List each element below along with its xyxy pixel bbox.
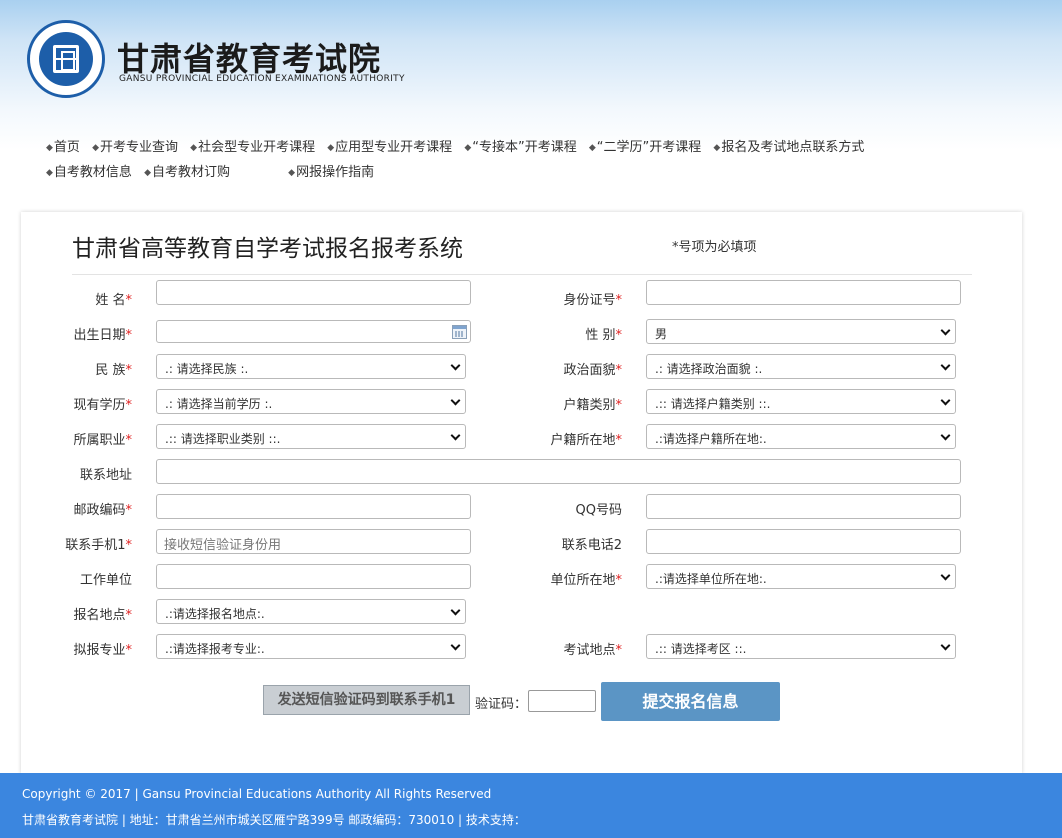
chevron-down-icon bbox=[940, 570, 951, 581]
site-subtitle: GANSU PROVINCIAL EDUCATION EXAMINATIONS … bbox=[119, 74, 405, 84]
nav-item-majors[interactable]: ◆开考专业查询 bbox=[92, 136, 178, 155]
mobile1-input[interactable]: 接收短信验证身份用 bbox=[156, 529, 471, 554]
label-education: 现有学历* bbox=[73, 398, 132, 413]
id-number-input[interactable] bbox=[646, 280, 961, 305]
household-location-select[interactable]: .:请选择户籍所在地:. bbox=[646, 424, 956, 449]
label-major: 拟报专业* bbox=[73, 643, 132, 658]
education-select[interactable]: .: 请选择当前学历 :. bbox=[156, 389, 466, 414]
chevron-down-icon bbox=[940, 395, 951, 406]
label-mobile1: 联系手机1* bbox=[65, 538, 132, 553]
label-address: 联系地址 bbox=[79, 468, 132, 483]
label-ethnicity: 民 族* bbox=[95, 363, 132, 378]
label-qq: QQ号码 bbox=[575, 503, 622, 518]
postal-code-input[interactable] bbox=[156, 494, 471, 519]
nav-item-contacts[interactable]: ◆报名及考试地点联系方式 bbox=[713, 136, 864, 155]
verification-code-input[interactable] bbox=[528, 690, 596, 712]
gender-select[interactable]: 男 bbox=[646, 319, 956, 344]
chevron-down-icon bbox=[940, 430, 951, 441]
bullet-icon: ◆ bbox=[144, 168, 151, 178]
label-id-number: 身份证号* bbox=[563, 293, 622, 308]
bullet-icon: ◆ bbox=[327, 143, 335, 153]
label-political-status: 政治面貌* bbox=[563, 363, 622, 378]
political-status-select[interactable]: .: 请选择政治面貌 :. bbox=[646, 354, 956, 379]
chevron-down-icon bbox=[940, 360, 951, 371]
label-postal-code: 邮政编码* bbox=[73, 503, 132, 518]
mobile1-placeholder: 接收短信验证身份用 bbox=[164, 538, 282, 553]
chevron-down-icon bbox=[940, 325, 951, 336]
label-phone2: 联系电话2 bbox=[561, 538, 622, 553]
employer-input[interactable] bbox=[156, 564, 471, 589]
qq-input[interactable] bbox=[646, 494, 961, 519]
birth-date-input[interactable] bbox=[156, 320, 471, 343]
chevron-down-icon bbox=[450, 605, 461, 616]
nav-item-textbook-info[interactable]: ◆自考教材信息 bbox=[46, 161, 132, 180]
label-household-location: 户籍所在地* bbox=[550, 433, 622, 448]
seal-icon bbox=[27, 20, 105, 98]
footer: Copyright © 2017 | Gansu Provincial Educ… bbox=[0, 773, 1062, 838]
verification-code-label: 验证码： bbox=[475, 697, 528, 712]
chevron-down-icon bbox=[450, 395, 461, 406]
chevron-down-icon bbox=[940, 640, 951, 651]
form-title: 甘肃省高等教育自学考试报名报考系统 bbox=[72, 236, 463, 262]
exam-site-select[interactable]: .:: 请选择考区 ::. bbox=[646, 634, 956, 659]
label-employer: 工作单位 bbox=[79, 573, 132, 588]
footer-address: 甘肃省教育考试院 | 地址：甘肃省兰州市城关区雁宁路399号 邮政编码：7300… bbox=[22, 813, 526, 827]
name-input[interactable] bbox=[156, 280, 471, 305]
bullet-icon: ◆ bbox=[288, 168, 296, 178]
registration-site-select[interactable]: .:请选择报名地点:. bbox=[156, 599, 466, 624]
nav-item-social-courses[interactable]: ◆社会型专业开考课程 bbox=[190, 136, 315, 155]
bullet-icon: ◆ bbox=[588, 143, 596, 153]
nav-row-2: ◆自考教材信息 ◆自考教材订购 ◆网报操作指南 bbox=[46, 161, 1006, 186]
divider bbox=[72, 274, 972, 275]
bullet-icon: ◆ bbox=[713, 143, 721, 153]
bullet-icon: ◆ bbox=[92, 143, 99, 153]
nav-item-home[interactable]: ◆首页 bbox=[46, 136, 80, 155]
bullet-icon: ◆ bbox=[46, 143, 53, 153]
calendar-icon[interactable] bbox=[452, 325, 467, 339]
label-exam-site: 考试地点* bbox=[563, 643, 622, 658]
nav-item-textbook-order[interactable]: ◆自考教材订购 bbox=[144, 161, 230, 180]
major-select[interactable]: .:请选择报考专业:. bbox=[156, 634, 466, 659]
label-gender: 性 别* bbox=[585, 328, 622, 343]
nav-item-zhuanjieben[interactable]: ◆“专接本”开考课程 bbox=[464, 136, 576, 155]
submit-button[interactable]: 提交报名信息 bbox=[601, 682, 780, 721]
address-input[interactable] bbox=[156, 459, 961, 484]
required-note: *号项为必填项 bbox=[672, 240, 757, 255]
occupation-select[interactable]: .:: 请选择职业类别 ::. bbox=[156, 424, 466, 449]
chevron-down-icon bbox=[450, 640, 461, 651]
label-birth-date: 出生日期* bbox=[73, 328, 132, 343]
send-sms-button[interactable]: 发送短信验证码到联系手机1 bbox=[263, 685, 470, 715]
nav-item-second-degree[interactable]: ◆“二学历”开考课程 bbox=[589, 136, 701, 155]
footer-copyright: Copyright © 2017 | Gansu Provincial Educ… bbox=[22, 787, 492, 801]
label-occupation: 所属职业* bbox=[73, 433, 132, 448]
ethnicity-select[interactable]: .: 请选择民族 :. bbox=[156, 354, 466, 379]
bullet-icon: ◆ bbox=[464, 143, 472, 153]
bullet-icon: ◆ bbox=[190, 143, 198, 153]
nav-item-applied-courses[interactable]: ◆应用型专业开考课程 bbox=[327, 136, 452, 155]
label-household-type: 户籍类别* bbox=[563, 398, 622, 413]
label-name: 姓 名* bbox=[95, 293, 132, 308]
label-employer-location: 单位所在地* bbox=[550, 573, 622, 588]
label-registration-site: 报名地点* bbox=[73, 608, 132, 623]
site-logo[interactable]: 甘肃省教育考试院 GANSU PROVINCIAL EDUCATION EXAM… bbox=[27, 20, 404, 100]
nav-item-guide[interactable]: ◆网报操作指南 bbox=[288, 161, 374, 180]
chevron-down-icon bbox=[450, 430, 461, 441]
main-nav: ◆首页 ◆开考专业查询 ◆社会型专业开考课程 ◆应用型专业开考课程 ◆“专接本”… bbox=[46, 136, 1006, 186]
bullet-icon: ◆ bbox=[46, 168, 53, 178]
employer-location-select[interactable]: .:请选择单位所在地:. bbox=[646, 564, 956, 589]
phone2-input[interactable] bbox=[646, 529, 961, 554]
chevron-down-icon bbox=[450, 360, 461, 371]
household-type-select[interactable]: .:: 请选择户籍类别 ::. bbox=[646, 389, 956, 414]
nav-row-1: ◆首页 ◆开考专业查询 ◆社会型专业开考课程 ◆应用型专业开考课程 ◆“专接本”… bbox=[46, 136, 1006, 161]
